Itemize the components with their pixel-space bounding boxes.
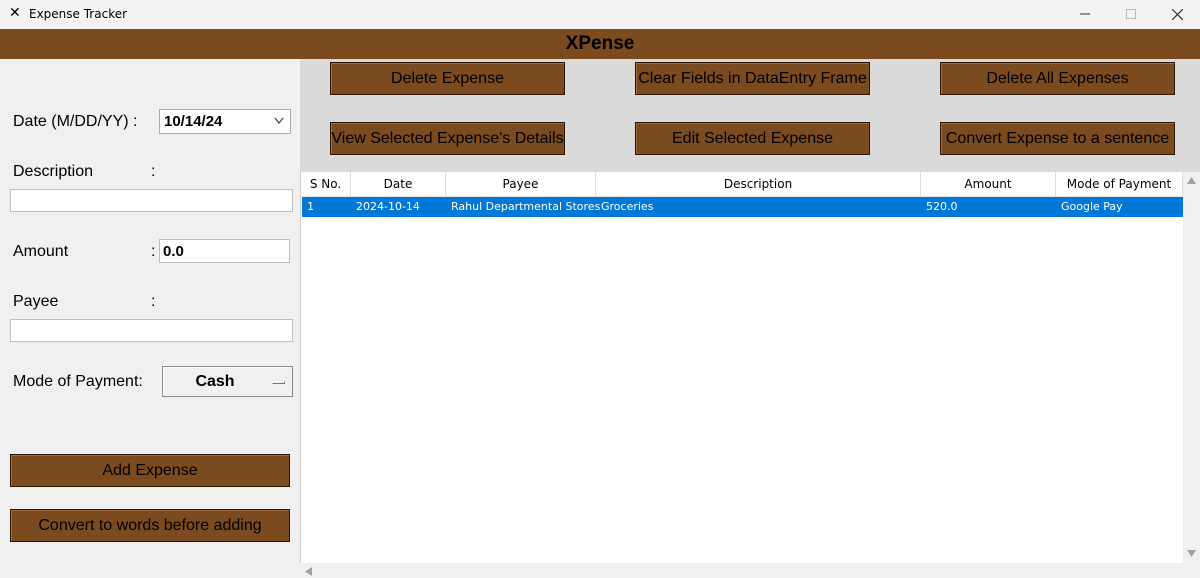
column-header-payee[interactable]: Payee bbox=[446, 172, 596, 197]
scroll-left-arrow-icon[interactable] bbox=[305, 567, 312, 576]
amount-colon: : bbox=[151, 243, 156, 260]
mode-of-payment-menu[interactable]: Cash bbox=[162, 366, 293, 397]
column-header-sno[interactable]: S No. bbox=[301, 172, 351, 197]
column-header-mode-of-payment[interactable]: Mode of Payment bbox=[1056, 172, 1183, 197]
cell-mode-of-payment: Google Pay bbox=[1061, 200, 1123, 213]
payee-colon: : bbox=[151, 293, 156, 310]
cell-sno: 1 bbox=[307, 200, 314, 213]
close-icon bbox=[1171, 8, 1183, 20]
maximize-button[interactable] bbox=[1108, 0, 1154, 28]
convert-sentence-button[interactable]: Convert Expense to a sentence bbox=[940, 122, 1175, 155]
vertical-scrollbar[interactable] bbox=[1183, 172, 1200, 563]
cell-description: Groceries bbox=[601, 200, 654, 213]
chevron-down-icon bbox=[274, 117, 284, 125]
amount-field[interactable]: 0.0 bbox=[159, 239, 290, 263]
buttons-frame: Delete Expense Clear Fields in DataEntry… bbox=[300, 59, 1200, 172]
window-title: Expense Tracker bbox=[29, 7, 128, 21]
close-button[interactable] bbox=[1154, 0, 1200, 28]
cell-amount: 520.0 bbox=[926, 200, 958, 213]
minimize-button[interactable] bbox=[1062, 0, 1108, 28]
maximize-icon bbox=[1126, 9, 1136, 19]
menu-indicator-icon bbox=[272, 381, 285, 384]
app-header-title: XPense bbox=[565, 33, 635, 54]
minimize-icon bbox=[1080, 13, 1090, 15]
app-header: XPense bbox=[0, 29, 1200, 59]
amount-label: Amount bbox=[13, 243, 69, 260]
description-field[interactable] bbox=[10, 189, 293, 212]
description-colon: : bbox=[151, 163, 156, 180]
window-titlebar: ✕ Expense Tracker bbox=[0, 0, 1200, 28]
description-label: Description bbox=[13, 163, 94, 180]
payee-field[interactable] bbox=[10, 319, 293, 342]
amount-value: 0.0 bbox=[163, 243, 184, 260]
horizontal-scrollbar[interactable] bbox=[300, 563, 1183, 578]
view-details-button[interactable]: View Selected Expense's Details bbox=[330, 122, 565, 155]
expense-table: S No. Date Payee Description Amount Mode… bbox=[300, 172, 1183, 563]
scroll-up-arrow-icon[interactable] bbox=[1187, 177, 1196, 184]
cell-payee: Rahul Departmental Stores bbox=[451, 200, 601, 213]
clear-fields-button[interactable]: Clear Fields in DataEntry Frame bbox=[635, 62, 870, 95]
convert-to-words-button[interactable]: Convert to words before adding bbox=[10, 509, 290, 542]
mode-of-payment-value: Cash bbox=[195, 373, 235, 390]
column-header-date[interactable]: Date bbox=[351, 172, 446, 197]
edit-expense-button[interactable]: Edit Selected Expense bbox=[635, 122, 870, 155]
column-header-description[interactable]: Description bbox=[596, 172, 921, 197]
date-label: Date (M/DD/YY) : bbox=[13, 113, 138, 130]
delete-expense-button[interactable]: Delete Expense bbox=[330, 62, 565, 95]
column-header-amount[interactable]: Amount bbox=[921, 172, 1056, 197]
table-row[interactable]: 1 2024-10-14 Rahul Departmental Stores G… bbox=[302, 197, 1183, 217]
payee-label: Payee bbox=[13, 293, 59, 310]
cell-date: 2024-10-14 bbox=[356, 200, 420, 213]
delete-all-expenses-button[interactable]: Delete All Expenses bbox=[940, 62, 1175, 95]
scroll-down-arrow-icon[interactable] bbox=[1187, 550, 1196, 557]
app-x-icon: ✕ bbox=[9, 5, 21, 21]
mode-of-payment-label: Mode of Payment: bbox=[13, 373, 143, 390]
add-expense-button[interactable]: Add Expense bbox=[10, 454, 290, 487]
date-picker[interactable]: 10/14/24 bbox=[159, 109, 291, 134]
date-value: 10/14/24 bbox=[164, 113, 223, 130]
